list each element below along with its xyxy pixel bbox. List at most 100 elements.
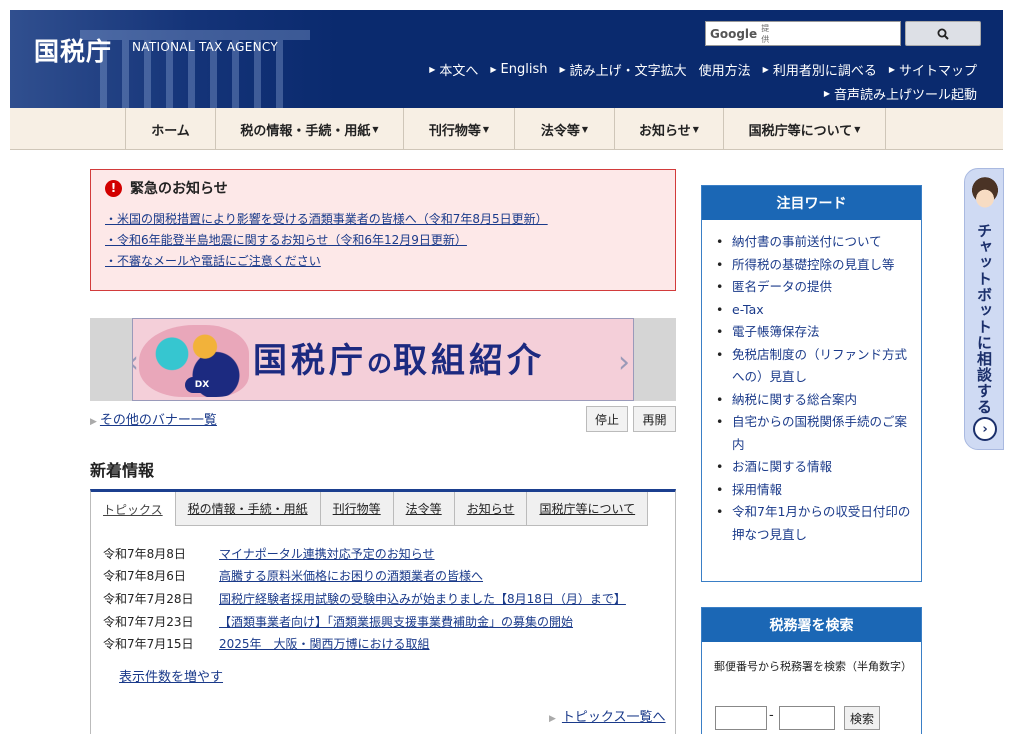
util-link-readaloud[interactable]: ▶ 読み上げ・文字拡大 [559, 60, 686, 79]
tab-publications[interactable]: 刊行物等 [320, 492, 394, 526]
banner-dx-badge: DX [185, 377, 219, 393]
banner-stop-button[interactable]: 停止 [586, 406, 628, 432]
caret-down-icon: ▼ [372, 124, 379, 134]
urgent-link-scam[interactable]: ・不審なメールや電話にご注意ください [105, 252, 661, 269]
news-row: 令和7年7月23日 【酒類事業者向け】「酒類業振興支援事業費補助金」の募集の開始 [103, 610, 626, 633]
featured-word-item[interactable]: 匿名データの提供 [716, 276, 912, 299]
show-more-link[interactable]: 表示件数を増やす [119, 666, 223, 685]
news-title-link[interactable]: 2025年 大阪・関西万博における取組 [219, 635, 430, 652]
search-provided-label: 提供 [761, 23, 770, 44]
tab-notices[interactable]: お知らせ [454, 492, 528, 526]
featured-word-item[interactable]: 免税店制度の（リファンド方式への）見直し [716, 344, 912, 389]
news-tab-panel: トピックス 税の情報・手続・用紙 刊行物等 法令等 お知らせ 国税庁等について … [90, 489, 676, 734]
header-building-roof [80, 30, 310, 40]
news-title-link[interactable]: 国税庁経験者採用試験の受験申込みが始まりました【8月18日（月）まで】 [219, 590, 626, 607]
search-button[interactable] [905, 21, 981, 46]
tab-about[interactable]: 国税庁等について [527, 492, 649, 526]
caret-down-icon: ▼ [692, 124, 699, 134]
tax-office-search-desc: 郵便番号から税務署を検索（半角数字） [714, 660, 912, 673]
featured-word-item[interactable]: 電子帳簿保存法 [716, 321, 912, 344]
news-date: 令和7年7月15日 [103, 637, 194, 652]
zip-code-second-input[interactable] [779, 706, 835, 730]
gnav-item-home[interactable]: ホーム [125, 108, 215, 150]
tax-office-search-panel: 税務署を検索 郵便番号から税務署を検索（半角数字） - 検索 [701, 607, 922, 734]
featured-words-panel: 注目ワード 納付書の事前送付について 所得税の基礎控除の見直し等 匿名データの提… [701, 185, 922, 582]
site-search-box[interactable]: Google 提供 [705, 21, 947, 46]
site-logo-subtitle: NATIONAL TAX AGENCY [132, 40, 278, 54]
news-title-link[interactable]: マイナポータル連携対応予定のお知らせ [219, 545, 435, 562]
triangle-right-icon: ▶ [429, 65, 436, 74]
featured-word-item[interactable]: 令和7年1月からの収受日付印の押なつ見直し [716, 501, 912, 546]
featured-words-title: 注目ワード [702, 186, 921, 220]
voice-tool-link[interactable]: ▶ 音声読み上げツール起動 [824, 84, 977, 103]
news-row: 令和7年8月8日 マイナポータル連携対応予定のお知らせ [103, 542, 626, 565]
banner-text: 国税庁の取組紹介 [253, 341, 546, 381]
news-section-title: 新着情報 [90, 461, 155, 480]
chatbot-tab[interactable]: チャットボットに相談する › [964, 168, 1004, 450]
chevron-right-icon: › [973, 417, 997, 441]
banner-prev-arrow-icon[interactable]: ‹ [133, 345, 139, 380]
featured-word-item[interactable]: 納税に関する総合案内 [716, 389, 912, 412]
zip-code-first-input[interactable] [715, 706, 767, 730]
featured-word-item[interactable]: 納付書の事前送付について [716, 231, 912, 254]
featured-word-item[interactable]: e-Tax [716, 299, 912, 322]
tab-topics[interactable]: トピックス [91, 492, 176, 526]
banner-slide[interactable]: DX 国税庁の取組紹介 ‹ › [132, 318, 634, 401]
gnav-item-laws[interactable]: 法令等 ▼ [514, 108, 614, 150]
urgent-notice-title: 緊急のお知らせ [130, 181, 228, 197]
site-header: 国税庁 NATIONAL TAX AGENCY Google 提供 ▶ 本文へ ▶… [10, 10, 1003, 108]
caret-down-icon: ▼ [854, 124, 861, 134]
util-link-skip[interactable]: ▶ 本文へ [429, 60, 478, 79]
tab-laws[interactable]: 法令等 [393, 492, 455, 526]
news-title-link[interactable]: 【酒類事業者向け】「酒類業振興支援事業費補助金」の募集の開始 [219, 613, 573, 630]
tax-office-search-button[interactable]: 検索 [844, 706, 880, 730]
util-link-usage[interactable]: 使用方法 [699, 60, 751, 79]
util-link-by-user[interactable]: ▶ 利用者別に調べる [763, 60, 877, 79]
util-link-sitemap[interactable]: ▶ サイトマップ [889, 60, 977, 79]
tab-tax-info[interactable]: 税の情報・手続・用紙 [175, 492, 321, 526]
global-nav: ホーム 税の情報・手続・用紙 ▼ 刊行物等 ▼ 法令等 ▼ お知らせ ▼ 国税庁等につい… [10, 108, 1003, 150]
news-row: 令和7年7月15日 2025年 大阪・関西万博における取組 [103, 632, 626, 655]
triangle-right-icon: ▶ [559, 65, 566, 74]
urgent-notice-header: ! 緊急のお知らせ [105, 178, 661, 198]
news-row: 令和7年7月28日 国税庁経験者採用試験の受験申込みが始まりました【8月18日（月… [103, 587, 626, 610]
news-date: 令和7年8月8日 [103, 546, 186, 561]
banner-carousel: DX 国税庁の取組紹介 ‹ › [90, 318, 676, 401]
urgent-link-noto[interactable]: ・令和6年能登半島地震に関するお知らせ（令和6年12月9日更新） [105, 231, 661, 248]
util-link-english[interactable]: ▶ English [490, 60, 547, 79]
news-date: 令和7年8月6日 [103, 569, 186, 584]
news-date: 令和7年7月23日 [103, 614, 194, 629]
gnav-item-notices[interactable]: お知らせ ▼ [614, 108, 723, 150]
site-logo-title[interactable]: 国税庁 [34, 32, 112, 68]
featured-word-item[interactable]: 所得税の基礎控除の見直し等 [716, 254, 912, 277]
banner-next-arrow-icon[interactable]: › [618, 345, 630, 380]
urgent-link-tariff[interactable]: ・米国の関税措置により影響を受ける酒類事業者の皆様へ（令和7年8月5日更新） [105, 210, 661, 227]
news-tabs: トピックス 税の情報・手続・用紙 刊行物等 法令等 お知らせ 国税庁等について [91, 492, 649, 528]
triangle-right-icon: ▶ [888, 65, 895, 74]
gnav-item-about[interactable]: 国税庁等について ▼ [723, 108, 886, 150]
alert-icon: ! [105, 179, 122, 197]
news-list: 令和7年8月8日 マイナポータル連携対応予定のお知らせ 令和7年8月6日 高騰する原… [103, 542, 626, 655]
urgent-notice-box: ! 緊急のお知らせ ・米国の関税措置により影響を受ける酒類事業者の皆様へ（令和7… [90, 169, 676, 291]
gnav-item-tax-info[interactable]: 税の情報・手続・用紙 ▼ [215, 108, 403, 150]
triangle-right-icon: ▶ [90, 417, 97, 427]
news-date: 令和7年7月28日 [103, 591, 194, 606]
news-row: 令和7年8月6日 高騰する原料米価格にお困りの酒類業者の皆様へ [103, 565, 626, 588]
tax-office-search-title: 税務署を検索 [702, 608, 921, 642]
banner-list-link[interactable]: ▶ その他のバナー一覧 [90, 409, 217, 428]
triangle-right-icon: ▶ [549, 714, 556, 724]
featured-word-item[interactable]: 採用情報 [716, 479, 912, 502]
triangle-right-icon: ▶ [762, 65, 769, 74]
news-title-link[interactable]: 高騰する原料米価格にお困りの酒類業者の皆様へ [219, 567, 483, 584]
featured-word-item[interactable]: 自宅からの国税関係手続のご案内 [716, 411, 912, 456]
chatbot-avatar-icon [971, 175, 999, 213]
utility-nav: ▶ 本文へ ▶ English ▶ 読み上げ・文字拡大 使用方法 ▶ 利用者別に調べる … [429, 60, 977, 79]
chatbot-label: チャットボットに相談する [975, 223, 993, 415]
banner-resume-button[interactable]: 再開 [633, 406, 676, 432]
topics-list-link[interactable]: ▶ トピックス一覧へ [549, 706, 666, 725]
gnav-item-publications[interactable]: 刊行物等 ▼ [403, 108, 514, 150]
caret-down-icon: ▼ [581, 124, 589, 134]
featured-words-list: 納付書の事前送付について 所得税の基礎控除の見直し等 匿名データの提供 e-Ta… [702, 220, 921, 546]
search-brand: Google [710, 26, 758, 41]
featured-word-item[interactable]: お酒に関する情報 [716, 456, 912, 479]
